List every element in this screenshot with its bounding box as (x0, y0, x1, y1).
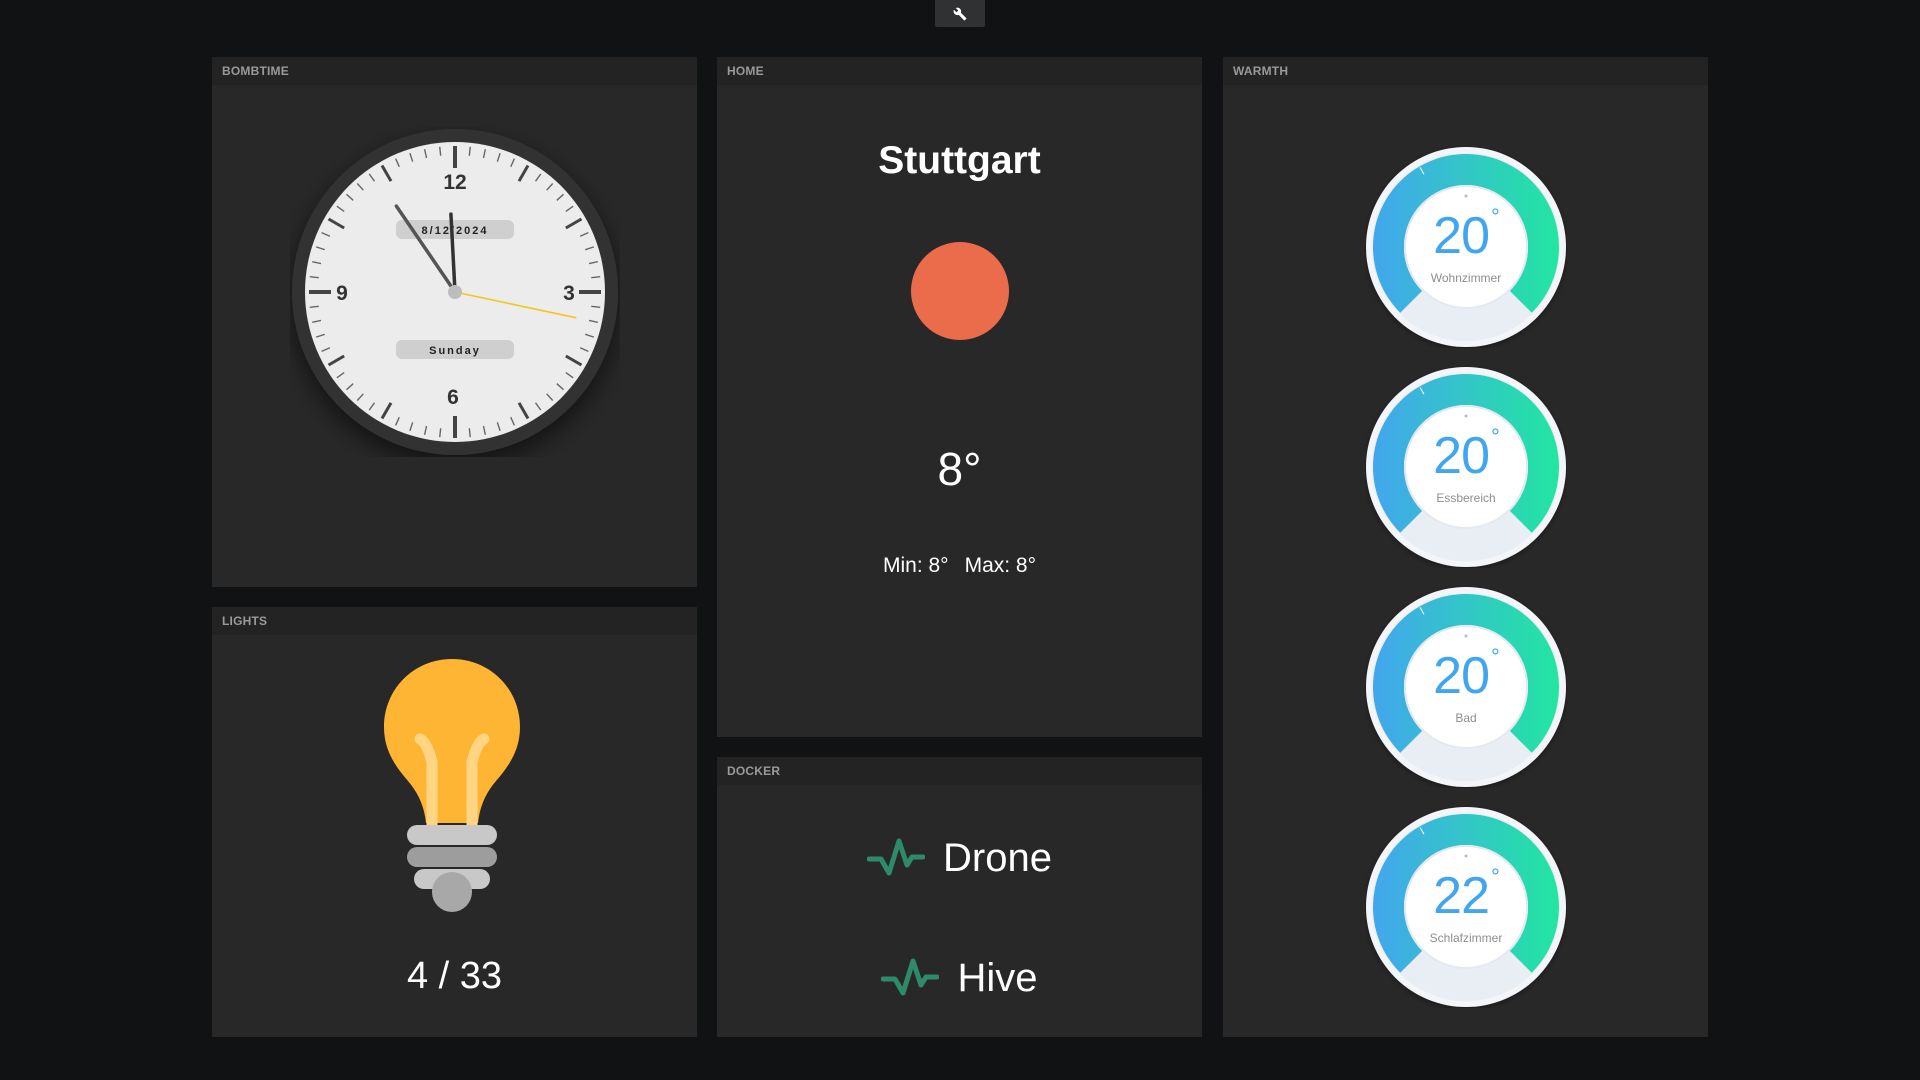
weather-min: Min: 8° (882, 554, 949, 577)
thermostat-value: 20 (1433, 647, 1490, 705)
pulse-icon (881, 958, 940, 996)
thermostat-room: Wohnzimmer (1430, 271, 1502, 285)
degree-symbol: ° (1491, 644, 1500, 669)
weather-temperature: 8° (937, 443, 982, 495)
thermostat-value: 20 (1433, 427, 1490, 485)
thermostat-essbereich[interactable]: 20° Essbereich (1365, 366, 1567, 568)
clock-tick (439, 428, 442, 438)
thermostat-value: 20 (1433, 207, 1490, 265)
wrench-icon (953, 7, 967, 20)
clock-tick (468, 146, 471, 156)
lights-panel[interactable]: LIGHTS 4 / 33 (212, 607, 697, 1037)
docker-service[interactable]: Hive (717, 955, 1202, 1001)
weather-city: Stuttgart (878, 139, 1041, 182)
clock-center-cap (448, 285, 462, 299)
thermostat-schlafzimmer[interactable]: 22° Schlafzimmer (1365, 806, 1567, 1008)
weather-panel: HOME Stuttgart 8° Min: 8° Max: 8° (717, 57, 1202, 737)
clock-numeral-3: 3 (563, 282, 575, 305)
analog-clock: 12 3 6 9 8/12/2024 Sunday (290, 127, 620, 457)
docker-panel: DOCKER Drone Hive (717, 757, 1202, 1037)
clock-tick (468, 428, 471, 438)
panel-title: BOMBTIME (212, 57, 697, 85)
bombtime-panel: BOMBTIME 12 3 6 9 8/12/2024 Sunday (212, 57, 697, 587)
sun-icon (911, 242, 1009, 340)
thermostat-room: Bad (1455, 711, 1477, 725)
weather-max: Max: 8° (964, 554, 1036, 577)
clock-tick (439, 146, 442, 156)
docker-service[interactable]: Drone (717, 835, 1202, 881)
thermostat-bad[interactable]: 20° Bad (1365, 586, 1567, 788)
clock-tick (591, 276, 601, 279)
thermostat-room: Essbereich (1436, 491, 1496, 505)
thermostat-room: Schlafzimmer (1429, 931, 1503, 945)
clock-numeral-6: 6 (447, 386, 459, 409)
clock-date: 8/12/2024 (422, 225, 489, 237)
thermostat-value: 22 (1433, 867, 1490, 925)
docker-service-name: Drone (943, 835, 1052, 880)
lights-on-count: 4 / 33 (406, 955, 503, 997)
panel-title: LIGHTS (212, 607, 697, 635)
clock-numeral-12: 12 (443, 171, 466, 194)
clock-tick (309, 305, 319, 308)
panel-title: HOME (717, 57, 1202, 85)
thermostat-wohnzimmer[interactable]: 20° Wohnzimmer (1365, 146, 1567, 348)
panel-title: DOCKER (717, 757, 1202, 785)
docker-service-name: Hive (957, 955, 1038, 1000)
degree-symbol: ° (1491, 424, 1500, 449)
degree-symbol: ° (1491, 204, 1500, 229)
clock-tick (309, 276, 319, 279)
panel-title: WARMTH (1223, 57, 1708, 85)
settings-button[interactable] (935, 0, 985, 27)
clock-weekday: Sunday (429, 345, 481, 357)
warmth-panel: WARMTH 20° Wohnzimmer 20° Essbereich 20°… (1223, 57, 1708, 1037)
degree-symbol: ° (1491, 864, 1500, 889)
pulse-icon (867, 838, 926, 876)
clock-tick (591, 305, 601, 308)
lightbulb-icon[interactable] (372, 647, 532, 917)
clock-numeral-9: 9 (336, 282, 348, 305)
weather-min-max: Min: 8° Max: 8° (717, 554, 1202, 578)
